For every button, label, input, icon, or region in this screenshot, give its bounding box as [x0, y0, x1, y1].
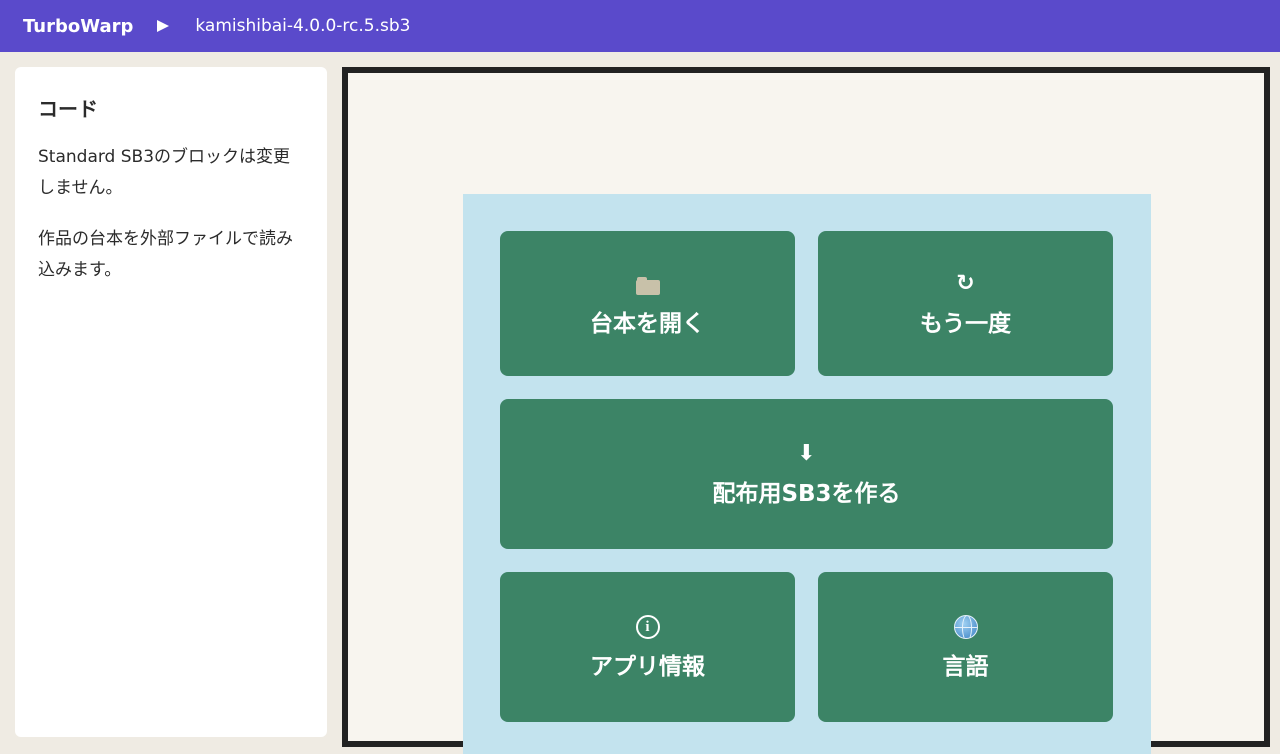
info-icon: i — [635, 615, 660, 639]
sidebar-description-2: 作品の台本を外部ファイルで読み込みます。 — [38, 229, 293, 280]
globe-icon — [953, 615, 978, 639]
language-label: 言語 — [942, 654, 989, 680]
language-button[interactable]: 言語 — [818, 572, 1113, 722]
download-arrow-icon: ⬇ — [797, 441, 816, 466]
project-filename: kamishibai-4.0.0-rc.5.sb3 — [195, 16, 411, 36]
open-script-label: 台本を開く — [590, 310, 705, 337]
retry-label: もう一度 — [919, 310, 1012, 337]
export-sb3-button[interactable]: ⬇ 配布用SB3を作る — [500, 399, 1113, 549]
sidebar-title: コード — [38, 97, 98, 121]
refresh-icon: ↻ — [956, 270, 975, 296]
app-info-label: アプリ情報 — [590, 654, 705, 680]
app-brand[interactable]: TurboWarp — [23, 16, 133, 37]
menu-bar: TurboWarp kamishibai-4.0.0-rc.5.sb3 — [0, 0, 1280, 52]
stage-frame: 台本を開く ↻ もう一度 ⬇ 配布用SB3を作る i アプリ情報 言語 — [342, 67, 1270, 754]
export-sb3-label: 配布用SB3を作る — [712, 481, 901, 507]
sidebar-description-1: Standard SB3のブロックは変更しません。 — [38, 147, 291, 198]
open-script-button[interactable]: 台本を開く — [500, 231, 795, 376]
menu-panel: 台本を開く ↻ もう一度 ⬇ 配布用SB3を作る i アプリ情報 言語 — [463, 194, 1151, 754]
retry-button[interactable]: ↻ もう一度 — [818, 231, 1113, 376]
play-icon[interactable] — [157, 20, 170, 32]
sidebar-panel: コード Standard SB3のブロックは変更しません。 作品の台本を外部ファ… — [15, 67, 327, 737]
app-info-button[interactable]: i アプリ情報 — [500, 572, 795, 722]
folder-icon — [635, 270, 660, 298]
